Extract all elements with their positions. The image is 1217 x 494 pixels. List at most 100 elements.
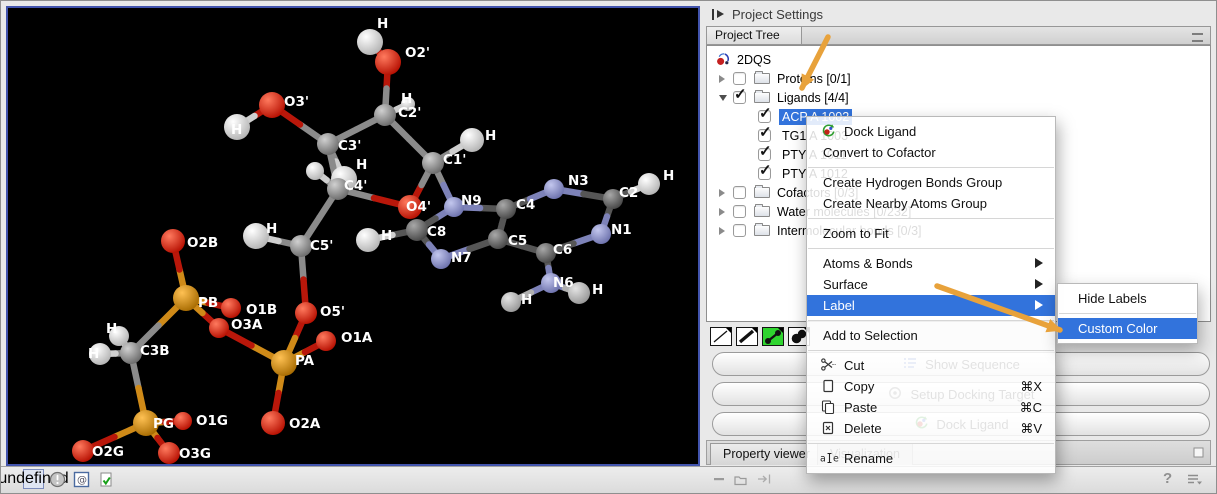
atom[interactable] xyxy=(306,162,324,180)
atom-o3a[interactable] xyxy=(209,318,229,338)
atom-o3g[interactable] xyxy=(158,442,180,464)
atom-label: C6 xyxy=(553,242,572,258)
atom-o2b[interactable] xyxy=(161,229,185,253)
molecule-3d-render[interactable]: HO2'O3'HC2'HC3'HC1'HC4'O4'N9C8HN7C4C5C6N… xyxy=(8,8,698,464)
style-button-ballstick[interactable] xyxy=(762,327,784,346)
style-button-stick[interactable] xyxy=(736,327,758,346)
atom-c3[interactable] xyxy=(317,133,339,155)
clock-alert-icon[interactable] xyxy=(47,469,68,489)
atom-c2[interactable] xyxy=(374,104,396,126)
cut-icon xyxy=(820,357,836,373)
visibility-checkbox[interactable] xyxy=(758,110,771,123)
menu-item-label[interactable]: Label xyxy=(807,295,1055,316)
style-button-wireframe[interactable] xyxy=(710,327,732,346)
visibility-checkbox[interactable] xyxy=(733,186,746,199)
menu-item-zoom-to-fit[interactable]: Zoom to Fit xyxy=(807,223,1055,244)
visibility-checkbox[interactable] xyxy=(733,224,746,237)
panel-minimize-icon[interactable] xyxy=(1192,33,1203,42)
menu-item-delete[interactable]: Delete xyxy=(807,418,1055,439)
indent-arrow-icon[interactable] xyxy=(756,472,772,486)
atom-c4[interactable] xyxy=(496,199,516,219)
collapse-icon[interactable] xyxy=(713,473,725,485)
atom-label: O1B xyxy=(246,302,277,318)
expander-collapsed-icon[interactable] xyxy=(719,75,725,83)
list-menu-icon[interactable] xyxy=(1186,473,1206,492)
visibility-checkbox[interactable] xyxy=(758,148,771,161)
atom-o2[interactable] xyxy=(375,49,401,75)
atom-n7[interactable] xyxy=(431,249,451,269)
atom-c8[interactable] xyxy=(406,219,428,241)
visibility-checkbox[interactable] xyxy=(758,129,771,142)
panel-expander-icon[interactable] xyxy=(712,9,724,20)
atom-o1g[interactable] xyxy=(174,412,192,430)
atom-o1a[interactable] xyxy=(316,331,336,351)
menu-item-dock-ligand[interactable]: Dock Ligand xyxy=(807,121,1055,142)
menu-item-paste[interactable]: Paste⌘V xyxy=(807,397,1055,418)
atom-o2a[interactable] xyxy=(261,411,285,435)
atom-n3[interactable] xyxy=(544,179,564,199)
atom-h[interactable] xyxy=(357,29,383,55)
menu-item-label: Hide Labels xyxy=(1078,291,1147,306)
folder-outline-icon[interactable] xyxy=(733,473,748,486)
menu-item-add-to-selection[interactable]: Add to Selection xyxy=(807,325,1055,346)
detach-panel-icon[interactable] xyxy=(1192,446,1205,464)
menu-item-rename[interactable]: aeRename xyxy=(807,448,1055,469)
atom-label: PB xyxy=(198,295,218,311)
check-document-icon[interactable] xyxy=(95,469,116,489)
atom-c5[interactable] xyxy=(290,235,312,257)
atom-pb[interactable] xyxy=(173,285,199,311)
project-settings-header[interactable]: Project Settings xyxy=(712,5,823,23)
atom-o5[interactable] xyxy=(295,302,317,324)
atom-c1[interactable] xyxy=(422,152,444,174)
atom-o2g[interactable] xyxy=(72,440,94,462)
menu-item-create-hydrogen-bonds-group[interactable]: Create Hydrogen Bonds Group xyxy=(807,172,1055,193)
menu-item-hide-labels[interactable]: Hide Labels xyxy=(1058,288,1197,309)
atom-label: C8 xyxy=(427,224,446,240)
menu-item-atoms-bonds[interactable]: Atoms & Bonds xyxy=(807,253,1055,274)
atom-c3b[interactable] xyxy=(120,342,142,364)
atom-n1[interactable] xyxy=(591,224,611,244)
menu-item-label: Add to Selection xyxy=(823,328,918,343)
visibility-checkbox[interactable] xyxy=(733,72,746,85)
atom-pa[interactable] xyxy=(271,350,297,376)
atom-o1b[interactable] xyxy=(221,298,241,318)
menu-item-convert-to-cofactor[interactable]: Convert to Cofactor xyxy=(807,142,1055,163)
atom-o3[interactable] xyxy=(259,92,285,118)
expander-expanded-icon[interactable] xyxy=(719,95,727,101)
atom-label: O3' xyxy=(284,94,309,110)
atom-label: C5' xyxy=(310,238,333,254)
visibility-checkbox[interactable] xyxy=(733,205,746,218)
menu-item-label: Rename xyxy=(844,451,893,466)
tree-item-ligands-4-4[interactable]: Ligands [4/4] xyxy=(707,88,1210,107)
menu-item-cut[interactable]: Cut⌘X xyxy=(807,355,1055,376)
menu-item-label: Cut xyxy=(844,358,864,373)
panel-title: Project Settings xyxy=(732,7,823,22)
panel-controls xyxy=(713,472,772,486)
atom-label: O3A xyxy=(231,317,263,333)
copy-icon xyxy=(820,378,836,394)
atom-h[interactable] xyxy=(501,292,521,312)
visibility-checkbox[interactable] xyxy=(733,91,746,104)
menu-item-create-nearby-atoms-group[interactable]: Create Nearby Atoms Group xyxy=(807,193,1055,214)
menu-separator xyxy=(808,218,1054,219)
project-view-icon[interactable]: undefined xyxy=(23,469,44,489)
expander-collapsed-icon[interactable] xyxy=(719,189,725,197)
menu-item-copy[interactable]: Copy⌘C xyxy=(807,376,1055,397)
atom-label: C4' xyxy=(344,178,367,194)
atom-h[interactable] xyxy=(356,228,380,252)
menu-item-surface[interactable]: Surface xyxy=(807,274,1055,295)
atom-c5[interactable] xyxy=(488,229,508,249)
log-at-icon[interactable]: @ xyxy=(71,469,92,489)
tab-project-tree[interactable]: Project Tree xyxy=(707,27,802,44)
help-icon[interactable]: ? xyxy=(1163,470,1172,487)
tree-item-proteins-0-1[interactable]: Proteins [0/1] xyxy=(707,69,1210,88)
visibility-checkbox[interactable] xyxy=(758,167,771,180)
folder-icon xyxy=(754,73,770,84)
molecule-viewport[interactable]: HO2'O3'HC2'HC3'HC1'HC4'O4'N9C8HN7C4C5C6N… xyxy=(6,6,700,466)
expander-collapsed-icon[interactable] xyxy=(719,227,725,235)
tree-item-2dqs[interactable]: 2DQS xyxy=(707,50,1210,69)
atom-h[interactable] xyxy=(638,173,660,195)
atom-h[interactable] xyxy=(460,128,484,152)
expander-collapsed-icon[interactable] xyxy=(719,208,725,216)
menu-item-custom-color[interactable]: Custom Color xyxy=(1058,318,1197,339)
